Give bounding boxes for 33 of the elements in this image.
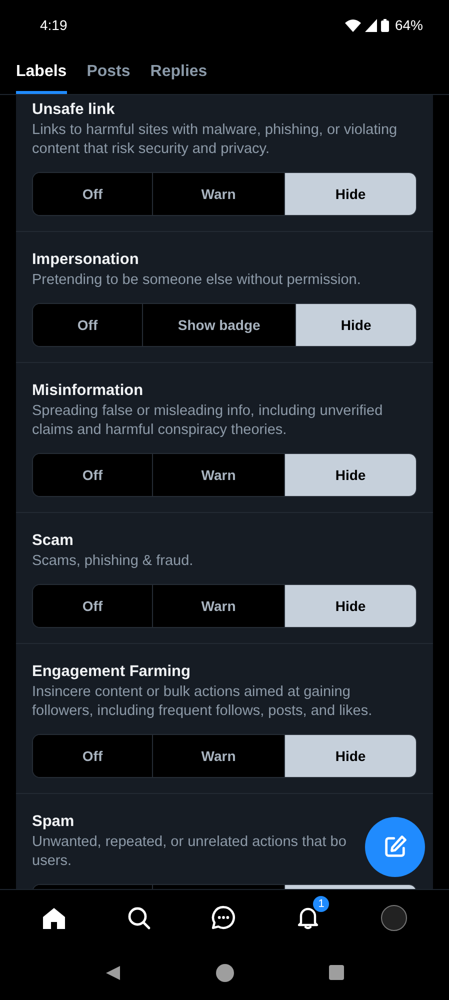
wifi-icon — [344, 18, 361, 32]
option-button[interactable]: Hide — [284, 454, 416, 496]
label-title: Unsafe link — [32, 100, 116, 120]
bell-icon[interactable] — [296, 905, 320, 930]
option-button[interactable]: Hide — [284, 585, 416, 627]
label-description: Scams, phishing & fraud. — [32, 552, 194, 571]
label-title: Engagement Farming — [32, 662, 192, 682]
home-button-icon[interactable] — [216, 964, 234, 982]
option-button[interactable]: Hide — [295, 304, 416, 346]
label-title: Scam — [32, 531, 74, 551]
option-button[interactable]: Hide — [284, 735, 416, 777]
battery-level: 64% — [394, 17, 423, 33]
label-description: Pretending to be someone else without permission. — [32, 271, 361, 290]
compose-icon — [382, 834, 408, 860]
label-description: Unwanted, repeated, or unrelated actions that bo users. — [32, 833, 346, 871]
option-button[interactable]: Hide — [284, 173, 416, 215]
label-description: Insincere content or bulk actions aimed at gaining followers, including frequent follows, posts, and likes. — [32, 683, 374, 721]
chat-icon[interactable] — [210, 905, 236, 930]
label-title: Impersonation — [32, 250, 140, 270]
home-icon[interactable] — [42, 906, 66, 930]
label-description: Links to harmful sites with malware, phishing, or violating content that risk security and privacy. — [32, 121, 398, 159]
search-icon[interactable] — [126, 906, 151, 930]
tab[interactable]: Replies — [150, 50, 208, 94]
avatar[interactable] — [380, 904, 407, 930]
label-title: Spam — [32, 812, 76, 832]
label-description: Spreading false or misleading info, including unverified claims and harmful conspiracy theories. — [32, 402, 384, 440]
tab[interactable]: Posts — [86, 50, 130, 94]
label-title: Misinformation — [32, 381, 144, 401]
signal-icon — [364, 18, 377, 32]
notification-badge: 1 — [313, 896, 330, 912]
battery-icon — [380, 18, 389, 32]
back-icon[interactable] — [105, 964, 121, 980]
status-time: 4:19 — [40, 17, 68, 33]
